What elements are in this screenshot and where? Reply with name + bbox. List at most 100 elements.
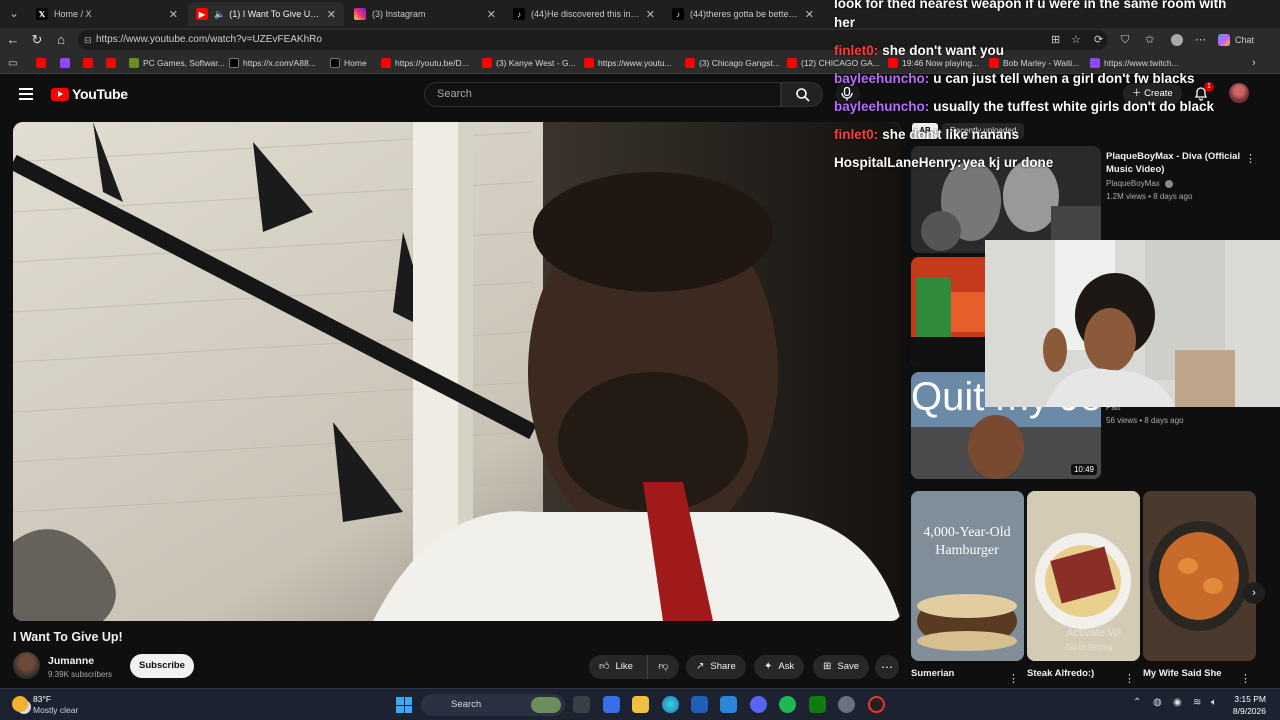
thumbnail-image (1143, 491, 1256, 661)
browser-essentials-icon[interactable]: ⛉ (1121, 31, 1129, 49)
close-tab-icon[interactable]: ✕ (487, 8, 496, 21)
weather-icon[interactable] (12, 696, 28, 712)
taskbar-search-box[interactable]: Search (421, 694, 565, 716)
more-options-icon[interactable]: ⋯ (1195, 31, 1206, 49)
microsoft-store-icon[interactable] (691, 696, 708, 713)
volume-icon[interactable]: 🔈︎ (1211, 697, 1217, 708)
edge-browser-icon[interactable] (662, 696, 679, 713)
tab-tiktok-1[interactable]: ♪ (44)He discovered this in his Grand ✕ (505, 2, 663, 26)
extensions-icon[interactable]: ⟳ (1094, 31, 1103, 49)
spotify-icon[interactable] (779, 696, 796, 713)
bookmark-item[interactable]: https://youtu.be/D... (381, 55, 469, 71)
bookmark-item[interactable]: https://www.twitch... (1090, 55, 1179, 71)
mail-icon[interactable] (720, 696, 737, 713)
windows-start-icon[interactable] (396, 697, 412, 713)
video-player[interactable] (13, 122, 901, 621)
site-info-icon[interactable]: ⊟ (84, 30, 92, 50)
weather-temperature[interactable]: 83°F (33, 694, 51, 704)
search-button[interactable] (781, 82, 823, 107)
back-arrow-icon[interactable]: ← (4, 31, 22, 49)
ask-button[interactable]: ✦ Ask (754, 655, 805, 679)
obs-record-icon[interactable] (868, 696, 885, 713)
bookmark-item[interactable]: (3) Kanye West - G... (482, 55, 576, 71)
tab-tiktok-2[interactable]: ♪ (44)theres gotta be better acting in ✕ (664, 2, 822, 26)
like-button[interactable]: 👍︎ Like (589, 655, 647, 679)
tray-app-icon[interactable]: ◉ (1173, 697, 1182, 708)
channel-name[interactable]: Jumanne (48, 655, 94, 667)
short-thumbnail-1[interactable]: 4,000-Year-Old Hamburger (911, 491, 1024, 661)
subscribe-button[interactable]: Subscribe (130, 654, 194, 678)
bookmark-item[interactable]: PC Games, Softwar... (129, 55, 225, 71)
thumbnail-text: 4,000-Year-Old (923, 525, 1010, 540)
dislike-button[interactable]: 👎︎ (647, 655, 679, 679)
discord-icon[interactable] (750, 696, 767, 713)
close-tab-icon[interactable]: ✕ (169, 8, 178, 21)
short-thumbnail-3[interactable] (1143, 491, 1256, 661)
url-text: https://www.youtube.com/watch?v=UZEvFEAK… (96, 34, 322, 45)
home-icon[interactable]: ⌂ (52, 31, 70, 49)
profile-icon[interactable] (1171, 34, 1183, 46)
short-title[interactable]: Sumerian (911, 667, 954, 680)
video-frame (13, 122, 901, 621)
reading-list-icon[interactable]: ▭ (8, 55, 17, 71)
sidebar-channel[interactable]: PlaqueBoyMax (1106, 179, 1174, 188)
kebab-menu-icon[interactable]: ⋮ (1245, 152, 1256, 165)
bookmark-item[interactable]: (3) Chicago Gangst... (685, 55, 780, 71)
file-explorer-icon[interactable] (632, 696, 649, 713)
short-title[interactable]: My Wife Said She (1143, 667, 1222, 680)
bookmark-item[interactable]: https://x.com/A88... (229, 55, 316, 71)
bookmark-label: (3) Kanye West - G... (496, 58, 576, 68)
clock-time[interactable]: 3:15 PM (1226, 694, 1266, 704)
search-input[interactable]: Search (424, 82, 781, 107)
kebab-menu-icon[interactable]: ⋮ (1240, 672, 1251, 685)
speaker-icon[interactable]: 🔈 (214, 9, 225, 20)
bookmark-item[interactable] (60, 55, 74, 71)
refresh-icon[interactable]: ↻ (28, 31, 46, 49)
task-view-icon[interactable] (573, 696, 590, 713)
weather-condition[interactable]: Mostly clear (33, 705, 78, 715)
sidebar-meta: 56 views • 8 days ago (1106, 416, 1184, 425)
chat-text: look for thed nearest weapon if u were i… (834, 0, 1227, 11)
xbox-icon[interactable] (809, 696, 826, 713)
tab-youtube[interactable]: ▶ 🔈 (1) I Want To Give Up! - YouTube ✕ (188, 2, 344, 26)
tab-x-home[interactable]: 𝕏 Home / X ✕ (28, 2, 186, 26)
instagram-icon (354, 8, 366, 20)
tray-app-icon[interactable]: ◍ (1153, 697, 1162, 708)
bookmark-item[interactable]: Home (330, 55, 367, 71)
favorites-icon[interactable]: ✩ (1145, 31, 1154, 49)
tab-instagram[interactable]: (3) Instagram ✕ (346, 2, 504, 26)
channel-avatar[interactable] (13, 652, 40, 679)
youtube-logo[interactable]: YouTube (51, 86, 128, 102)
sidebar-thumbnail-2[interactable] (911, 257, 991, 367)
close-tab-icon[interactable]: ✕ (646, 8, 655, 21)
kebab-menu-icon[interactable]: ⋮ (1008, 672, 1019, 685)
bookmark-label: 19:46 Now playing... (902, 58, 980, 68)
more-actions-button[interactable]: ⋯ (875, 655, 899, 679)
clock-date[interactable]: 8/9/2026 (1222, 706, 1266, 716)
bookmark-item[interactable] (106, 55, 120, 71)
save-button[interactable]: ⊞ Save (813, 655, 870, 679)
thumbnail-text: Hamburger (935, 543, 999, 558)
widgets-icon[interactable] (603, 696, 620, 713)
tab-list-button[interactable]: ⌄ (4, 4, 24, 24)
bookmark-item[interactable]: https://www.youtu... (584, 55, 672, 71)
bookmark-item[interactable] (36, 55, 50, 71)
close-tab-icon[interactable]: ✕ (327, 8, 336, 21)
share-button[interactable]: ↗ Share (686, 655, 746, 679)
account-avatar[interactable] (1229, 83, 1249, 103)
close-tab-icon[interactable]: ✕ (805, 8, 814, 21)
bookmark-item[interactable] (83, 55, 97, 71)
short-title[interactable]: Steak Alfredo:) (1027, 667, 1094, 680)
favorite-star-icon[interactable]: ☆ (1071, 31, 1081, 49)
wifi-icon[interactable]: ≋ (1193, 697, 1201, 708)
copilot-chat-button[interactable]: Chat (1218, 31, 1254, 49)
split-screen-icon[interactable]: ⊞ (1051, 31, 1060, 49)
youtube-icon (36, 58, 46, 68)
kebab-menu-icon[interactable]: ⋮ (1124, 672, 1135, 685)
tray-overflow-icon[interactable]: ⌃ (1133, 697, 1141, 708)
shorts-next-button[interactable]: › (1243, 582, 1265, 604)
sidebar-video-title[interactable]: PlaqueBoyMax - Diva (Official Music Vide… (1106, 150, 1240, 176)
menu-icon[interactable] (19, 88, 33, 100)
settings-gear-icon[interactable] (838, 696, 855, 713)
bookmarks-overflow-icon[interactable]: › (1252, 55, 1256, 71)
